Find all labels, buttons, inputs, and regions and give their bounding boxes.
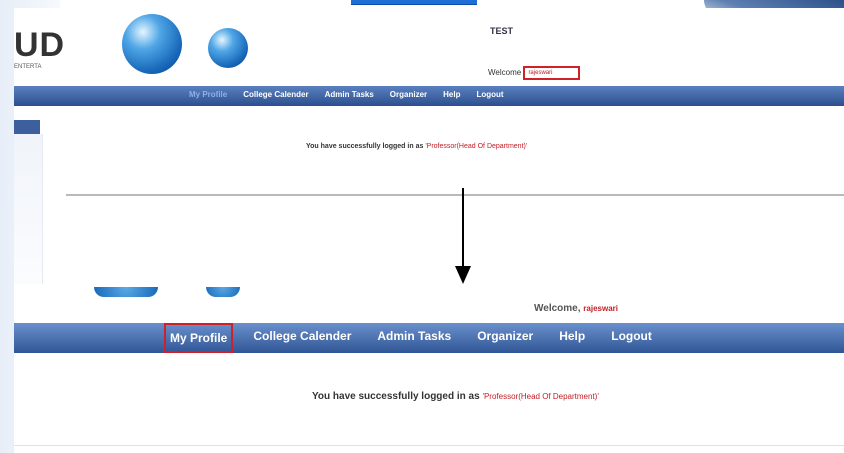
login-message: You have successfully logged in as 'Prof… [312,391,599,402]
sphere-logo-icon [208,28,248,68]
username[interactable]: rajeswari [583,304,618,313]
nav-admin-tasks[interactable]: Admin Tasks [371,323,457,349]
content-divider [66,194,844,196]
sidebar-tab[interactable] [14,120,40,134]
nav-help[interactable]: Help [553,323,591,349]
nav-my-profile[interactable]: My Profile [164,323,234,353]
login-message: You have successfully logged in as 'Prof… [306,143,527,150]
site-logo-subtext: ENTERTA [14,64,42,70]
welcome-label: Welcome [488,68,522,78]
welcome-text: Welcome, rajeswari [534,303,618,314]
nav-help[interactable]: Help [443,90,460,99]
site-logo: UD [14,26,66,64]
sidebar-column [14,134,43,284]
sphere-logo-icon [122,14,182,74]
user-role: 'Professor(Head Of Department)' [425,143,528,150]
nav-organizer[interactable]: Organizer [390,90,427,99]
down-arrow-icon [462,188,464,270]
top-link-bar[interactable] [351,0,477,5]
nav-admin-tasks[interactable]: Admin Tasks [325,90,374,99]
welcome-text: Welcome rajeswari [488,66,581,80]
top-screenshot-panel: UD ENTERTA TEST Welcome rajeswari My Pro… [14,8,844,295]
login-message-text: You have successfully logged in as [306,143,424,150]
user-role: 'Professor(Head Of Department)' [482,392,599,401]
content-divider [14,445,844,446]
username[interactable]: rajeswari [528,70,552,76]
bottom-zoomed-panel: Welcome, rajeswari My Profile College Ca… [14,287,844,453]
sphere-logo-icon [94,287,158,297]
nav-logout[interactable]: Logout [605,323,658,349]
nav-my-profile[interactable]: My Profile [189,90,227,99]
main-nav-bar: My Profile College Calender Admin Tasks … [14,86,844,106]
nav-organizer[interactable]: Organizer [471,323,539,349]
site-title: TEST [490,26,514,36]
sphere-logo-icon [206,287,240,297]
nav-logout[interactable]: Logout [476,90,503,99]
nav-college-calender[interactable]: College Calender [247,323,357,349]
welcome-label: Welcome, [534,303,581,314]
username-highlight: rajeswari [523,66,581,80]
nav-college-calender[interactable]: College Calender [243,90,308,99]
down-arrow-head [455,266,471,284]
login-message-text: You have successfully logged in as [312,391,480,402]
main-nav-bar: My Profile College Calender Admin Tasks … [14,323,844,353]
